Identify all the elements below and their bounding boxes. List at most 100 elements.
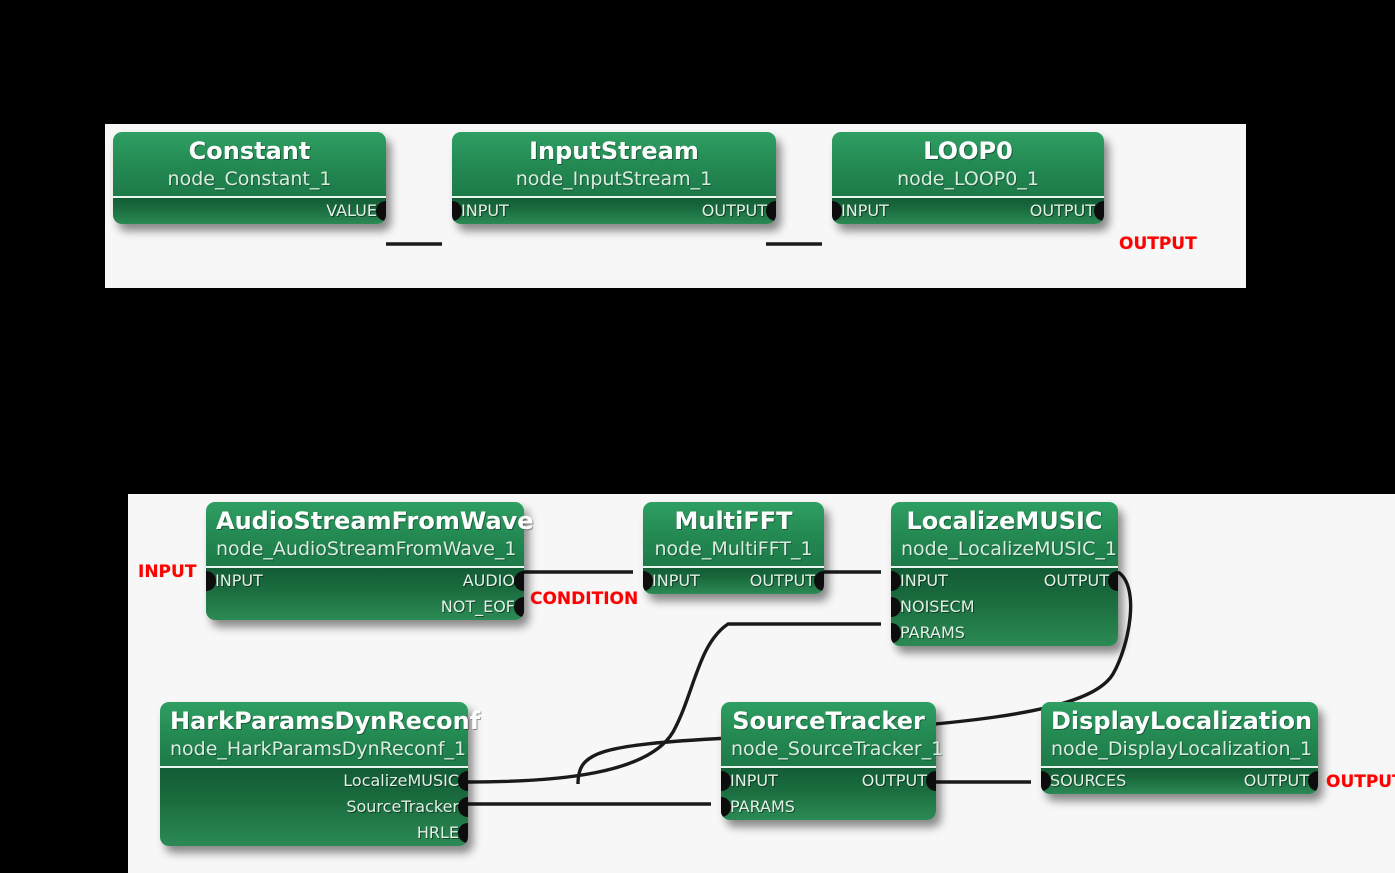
- node-constant[interactable]: Constant node_Constant_1 VALUE: [113, 132, 386, 224]
- node-harkparamsdynreconf-header: HarkParamsDynReconf node_HarkParamsDynRe…: [160, 702, 481, 768]
- port-label-asfw-audio: AUDIO: [462, 571, 515, 590]
- node-displaylocalization-subtitle: node_DisplayLocalization_1: [1051, 738, 1313, 760]
- node-audiostreamfromwave-header: AudioStreamFromWave node_AudioStreamFrom…: [206, 502, 534, 568]
- port-label-hpdr-sourcetracker: SourceTracker: [346, 797, 459, 816]
- port-dot-dl-output[interactable]: [1308, 771, 1318, 791]
- port-label-lm-input: INPUT: [900, 571, 948, 590]
- node-loop0-title: LOOP0: [923, 137, 1013, 165]
- graph-canvas-main[interactable]: Constant node_Constant_1 VALUE InputStre…: [105, 124, 1246, 288]
- port-label-loop0-input: INPUT: [841, 201, 889, 220]
- port-label-multifft-input: INPUT: [652, 571, 700, 590]
- port-label-asfw-input: INPUT: [215, 571, 263, 590]
- node-multifft[interactable]: MultiFFT node_MultiFFT_1 INPUT OUTPUT: [643, 502, 824, 594]
- port-label-value: VALUE: [326, 201, 377, 220]
- port-dot-multifft-output[interactable]: [814, 571, 824, 591]
- port-dot-loop0-output[interactable]: [1094, 201, 1104, 221]
- port-row-hpdr-sourcetracker[interactable]: SourceTracker: [160, 794, 468, 820]
- port-dot-hpdr-localizemusic[interactable]: [458, 771, 468, 791]
- port-label-hpdr-localizemusic: LocalizeMUSIC: [343, 771, 459, 790]
- port-label-lm-output: OUTPUT: [1043, 571, 1109, 590]
- node-displaylocalization-title: DisplayLocalization: [1051, 707, 1313, 735]
- node-localizemusic-body: INPUT OUTPUT NOISECM PARAMS: [891, 568, 1118, 646]
- port-dot-lm-output[interactable]: [1108, 571, 1118, 591]
- port-row-constant-value[interactable]: VALUE: [113, 198, 386, 224]
- port-label-lm-noisecm: NOISECM: [900, 597, 975, 616]
- port-row-st-params[interactable]: PARAMS: [721, 794, 936, 820]
- node-multifft-body: INPUT OUTPUT: [643, 568, 824, 594]
- node-audiostreamfromwave-title: AudioStreamFromWave: [216, 507, 534, 535]
- port-row-multifft-io[interactable]: INPUT OUTPUT: [643, 568, 824, 594]
- node-harkparamsdynreconf[interactable]: HarkParamsDynReconf node_HarkParamsDynRe…: [160, 702, 481, 846]
- port-row-lm-params[interactable]: PARAMS: [891, 620, 1118, 646]
- port-dot-hpdr-sourcetracker[interactable]: [458, 797, 468, 817]
- node-constant-body: VALUE: [113, 198, 386, 224]
- node-loop0[interactable]: LOOP0 node_LOOP0_1 INPUT OUTPUT: [832, 132, 1104, 224]
- port-row-loop0-io[interactable]: INPUT OUTPUT: [832, 198, 1104, 224]
- port-row-hpdr-localizemusic[interactable]: LocalizeMUSIC: [160, 768, 468, 794]
- port-row-asfw-input-audio[interactable]: INPUT AUDIO: [206, 568, 524, 594]
- port-dot-hpdr-hrle[interactable]: [458, 823, 468, 843]
- port-dot-st-output[interactable]: [926, 771, 936, 791]
- graph-canvas-loop0[interactable]: AudioStreamFromWave node_AudioStreamFrom…: [128, 494, 1395, 873]
- port-label-loop0-output: OUTPUT: [1029, 201, 1095, 220]
- node-audiostreamfromwave-subtitle: node_AudioStreamFromWave_1: [216, 538, 517, 560]
- node-localizemusic-header: LocalizeMUSIC node_LocalizeMUSIC_1: [891, 502, 1118, 568]
- node-displaylocalization[interactable]: DisplayLocalization node_DisplayLocaliza…: [1041, 702, 1318, 794]
- port-row-asfw-not-eof[interactable]: NOT_EOF: [206, 594, 524, 620]
- node-multifft-header: MultiFFT node_MultiFFT_1: [643, 502, 824, 568]
- terminal-label-loop0-output: OUTPUT: [1326, 772, 1395, 792]
- terminal-label-loop0-input: INPUT: [138, 562, 197, 582]
- port-dot-constant-value[interactable]: [376, 201, 386, 221]
- node-sourcetracker-subtitle: node_SourceTracker_1: [731, 738, 944, 760]
- node-harkparamsdynreconf-title: HarkParamsDynReconf: [170, 707, 481, 735]
- port-label-hpdr-hrle: HRLE: [416, 823, 459, 842]
- node-multifft-subtitle: node_MultiFFT_1: [654, 538, 813, 560]
- port-label-inputstream-input: INPUT: [461, 201, 509, 220]
- node-inputstream[interactable]: InputStream node_InputStream_1 INPUT OUT…: [452, 132, 776, 224]
- port-dot-inputstream-output[interactable]: [766, 201, 776, 221]
- node-localizemusic[interactable]: LocalizeMUSIC node_LocalizeMUSIC_1 INPUT…: [891, 502, 1118, 646]
- node-inputstream-subtitle: node_InputStream_1: [515, 168, 713, 190]
- port-label-multifft-output: OUTPUT: [749, 571, 815, 590]
- port-label-inputstream-output: OUTPUT: [701, 201, 767, 220]
- node-sourcetracker[interactable]: SourceTracker node_SourceTracker_1 INPUT…: [721, 702, 944, 820]
- terminal-label-main-output: OUTPUT: [1119, 234, 1197, 254]
- port-dot-asfw-not-eof[interactable]: [514, 597, 524, 617]
- port-label-st-input: INPUT: [730, 771, 778, 790]
- port-label-st-params: PARAMS: [730, 797, 795, 816]
- terminal-label-loop0-condition: CONDITION: [530, 589, 639, 609]
- port-label-dl-sources: SOURCES: [1050, 771, 1127, 790]
- node-loop0-body: INPUT OUTPUT: [832, 198, 1104, 224]
- node-audiostreamfromwave-body: INPUT AUDIO NOT_EOF: [206, 568, 524, 620]
- node-sourcetracker-body: INPUT OUTPUT PARAMS: [721, 768, 936, 820]
- port-row-hpdr-hrle[interactable]: HRLE: [160, 820, 468, 846]
- port-dot-asfw-audio[interactable]: [514, 571, 524, 591]
- node-constant-header: Constant node_Constant_1: [113, 132, 386, 198]
- node-displaylocalization-header: DisplayLocalization node_DisplayLocaliza…: [1041, 702, 1318, 768]
- node-inputstream-title: InputStream: [529, 137, 699, 165]
- node-constant-subtitle: node_Constant_1: [167, 168, 332, 190]
- node-sourcetracker-title: SourceTracker: [732, 707, 925, 735]
- node-constant-title: Constant: [188, 137, 311, 165]
- port-row-dl-io[interactable]: SOURCES OUTPUT: [1041, 768, 1318, 794]
- node-audiostreamfromwave[interactable]: AudioStreamFromWave node_AudioStreamFrom…: [206, 502, 534, 620]
- node-localizemusic-subtitle: node_LocalizeMUSIC_1: [901, 538, 1117, 560]
- port-label-asfw-not-eof: NOT_EOF: [440, 597, 515, 616]
- node-displaylocalization-body: SOURCES OUTPUT: [1041, 768, 1318, 794]
- node-harkparamsdynreconf-body: LocalizeMUSIC SourceTracker HRLE: [160, 768, 468, 846]
- node-multifft-title: MultiFFT: [674, 507, 793, 535]
- port-label-st-output: OUTPUT: [861, 771, 927, 790]
- port-label-dl-output: OUTPUT: [1243, 771, 1309, 790]
- node-sourcetracker-header: SourceTracker node_SourceTracker_1: [721, 702, 944, 768]
- node-loop0-subtitle: node_LOOP0_1: [897, 168, 1039, 190]
- node-loop0-header: LOOP0 node_LOOP0_1: [832, 132, 1104, 198]
- port-row-st-input-output[interactable]: INPUT OUTPUT: [721, 768, 936, 794]
- node-localizemusic-title: LocalizeMUSIC: [906, 507, 1103, 535]
- port-row-lm-noisecm[interactable]: NOISECM: [891, 594, 1118, 620]
- port-label-lm-params: PARAMS: [900, 623, 965, 642]
- node-inputstream-header: InputStream node_InputStream_1: [452, 132, 776, 198]
- node-inputstream-body: INPUT OUTPUT: [452, 198, 776, 224]
- node-harkparamsdynreconf-subtitle: node_HarkParamsDynReconf_1: [170, 738, 467, 760]
- port-row-lm-input-output[interactable]: INPUT OUTPUT: [891, 568, 1118, 594]
- port-row-inputstream-io[interactable]: INPUT OUTPUT: [452, 198, 776, 224]
